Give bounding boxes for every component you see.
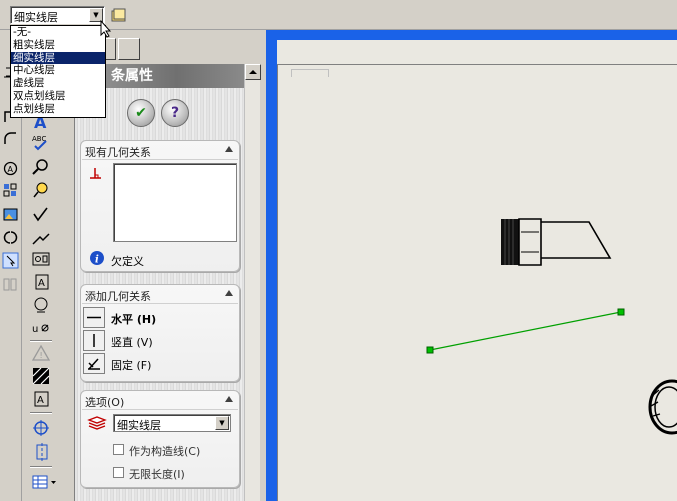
- existing-relations-list[interactable]: [113, 163, 237, 242]
- panel-scrollbar[interactable]: [244, 64, 261, 501]
- chevron-down-icon[interactable]: ▼: [215, 416, 229, 430]
- options-title: 选项(O): [85, 396, 125, 409]
- definition-status: 欠定义: [111, 255, 144, 268]
- surface-finish-icon[interactable]: [31, 295, 51, 315]
- svg-text:i: i: [95, 255, 99, 266]
- tab-config-manager[interactable]: [118, 38, 140, 60]
- layer-stack-icon: [87, 416, 107, 430]
- drawing-view-part-2[interactable]: [648, 379, 677, 435]
- info-icon: i: [90, 251, 104, 266]
- help-button[interactable]: ?: [161, 99, 189, 127]
- svg-text:A: A: [38, 278, 45, 289]
- line-endpoint-handle[interactable]: [617, 308, 625, 316]
- mirror-icon[interactable]: [2, 229, 19, 246]
- construction-checkbox[interactable]: [113, 444, 124, 455]
- warning-icon: !: [31, 344, 51, 361]
- construction-label[interactable]: 作为构造线(C): [129, 443, 200, 459]
- collapse-caret-icon[interactable]: [225, 396, 233, 402]
- vertical-button[interactable]: [83, 330, 105, 351]
- layer-dropdown-list[interactable]: -无- 粗实线层 细实线层 中心线层 虚线层 双点划线层 点划线层: [10, 25, 106, 118]
- property-manager-panel: 条属性 ✔ ? 现有几何关系 i 欠定义 添加几何关系 水平 (H) 竖直 (V…: [74, 64, 245, 501]
- sketch-toolbar: A ABC A u ! A: [27, 100, 56, 501]
- svg-text:A: A: [37, 395, 44, 406]
- hatch-icon[interactable]: [31, 366, 51, 386]
- grid-icon[interactable]: [2, 182, 19, 199]
- select-arrow-icon[interactable]: [2, 252, 19, 269]
- collapse-caret-icon[interactable]: [225, 290, 233, 296]
- existing-relations-group: 现有几何关系 i 欠定义: [80, 140, 240, 272]
- vertical-label[interactable]: 竖直 (V): [111, 334, 153, 350]
- drawing-view-part[interactable]: [501, 218, 612, 266]
- check-icon: ✔: [135, 105, 147, 121]
- svg-text:!: !: [40, 351, 43, 360]
- layer-select-value: 细实线层: [14, 11, 58, 24]
- line-endpoint-handle[interactable]: [426, 346, 434, 354]
- collapse-caret-icon[interactable]: [225, 146, 233, 152]
- table-dropdown-icon[interactable]: [31, 472, 59, 492]
- layer-select[interactable]: 细实线层 ▼: [10, 6, 105, 24]
- existing-relations-title: 现有几何关系: [85, 146, 151, 159]
- balloon-icon[interactable]: [31, 180, 51, 200]
- add-relations-group: 添加几何关系 水平 (H) 竖直 (V) 固定 (F): [80, 284, 240, 382]
- centerline-icon[interactable]: [31, 442, 51, 462]
- options-group: 选项(O) 细实线层 ▼ 作为构造线(C) 无限长度(I): [80, 390, 240, 488]
- group-divider: [82, 159, 238, 160]
- toolbar-separator: [30, 466, 52, 468]
- fix-icon: [88, 358, 100, 370]
- datum-icon[interactable]: u: [31, 318, 51, 338]
- image-icon[interactable]: [2, 206, 19, 223]
- drawing-canvas[interactable]: [277, 64, 677, 501]
- pattern-icon: [3, 278, 17, 291]
- layer-option[interactable]: -无-: [11, 26, 105, 39]
- layer-option[interactable]: 双点划线层: [11, 90, 105, 103]
- vertical-icon: [93, 334, 95, 347]
- note-a-icon[interactable]: A: [31, 389, 51, 409]
- viewport-header: [277, 40, 677, 64]
- horizontal-icon: [87, 316, 101, 319]
- hole-callout-icon[interactable]: [31, 249, 51, 269]
- layer-properties-icon[interactable]: [111, 7, 127, 23]
- layer-option[interactable]: 中心线层: [11, 64, 105, 77]
- check-mark-icon[interactable]: [31, 204, 51, 224]
- infinite-length-checkbox[interactable]: [113, 467, 124, 478]
- svg-text:A: A: [8, 165, 14, 174]
- horizontal-button[interactable]: [83, 307, 105, 328]
- scroll-up-button[interactable]: [245, 64, 261, 80]
- layer-option[interactable]: 粗实线层: [11, 39, 105, 52]
- fix-button[interactable]: [83, 353, 105, 374]
- sketch-line[interactable]: [429, 311, 622, 351]
- horizontal-label[interactable]: 水平 (H): [111, 311, 156, 327]
- center-mark-icon[interactable]: [31, 418, 51, 438]
- group-divider: [82, 303, 238, 304]
- relation-perpendicular-icon: [90, 168, 101, 179]
- block-a-icon[interactable]: A: [31, 272, 51, 292]
- toolbar-separator: [30, 412, 52, 414]
- svg-text:u: u: [32, 324, 38, 335]
- help-icon: ?: [170, 105, 180, 121]
- weld-symbol-icon[interactable]: [31, 228, 51, 248]
- infinite-length-label[interactable]: 无限长度(I): [129, 466, 185, 482]
- magnify-icon[interactable]: [31, 157, 51, 177]
- arrow-up-icon: [249, 70, 257, 74]
- layer-option-selected[interactable]: 细实线层: [11, 51, 105, 65]
- layer-option[interactable]: 虚线层: [11, 77, 105, 90]
- options-layer-value: 细实线层: [117, 419, 161, 432]
- options-layer-select[interactable]: 细实线层 ▼: [113, 414, 231, 432]
- spell-check-icon[interactable]: ABC: [31, 133, 51, 153]
- ok-button[interactable]: ✔: [127, 99, 155, 127]
- add-relations-title: 添加几何关系: [85, 290, 151, 303]
- fix-label[interactable]: 固定 (F): [111, 357, 151, 373]
- layer-option[interactable]: 点划线层: [11, 103, 105, 116]
- circle-a-icon[interactable]: A: [2, 160, 19, 177]
- toolbar-separator: [30, 340, 52, 342]
- fillet-icon[interactable]: [2, 130, 19, 147]
- mouse-cursor-icon: [100, 20, 112, 38]
- group-divider: [82, 409, 238, 410]
